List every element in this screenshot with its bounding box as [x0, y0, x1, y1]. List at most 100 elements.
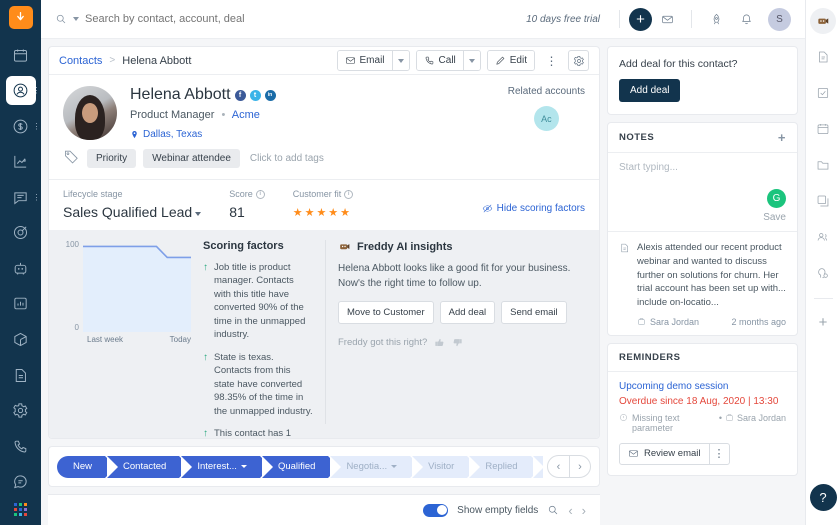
call-dropdown-chevron-down-icon[interactable] — [462, 51, 480, 70]
scoring-factor-text: This contact has 1 signal that fits your… — [214, 428, 292, 439]
edit-button[interactable]: Edit — [487, 51, 534, 70]
search-icon[interactable] — [547, 504, 559, 516]
sidebar-item-deals[interactable]: ⋮ — [6, 112, 41, 141]
call-button-group[interactable]: Call — [415, 50, 481, 71]
add-note-button[interactable]: + — [778, 131, 786, 144]
left-navigation: ⋮ ⋮ ⋮ — [0, 0, 41, 525]
phone-icon — [425, 56, 433, 65]
reminder-title[interactable]: Upcoming demo session — [619, 381, 786, 392]
reminder-due-status: Overdue since 18 Aug, 2020 | 13:30 — [619, 395, 779, 407]
twitter-icon[interactable]: t — [249, 89, 261, 101]
rail-add-button[interactable]: + — [810, 309, 836, 335]
edit-label: Edit — [509, 55, 527, 66]
tag-chip[interactable]: Webinar attendee — [143, 148, 240, 168]
global-search[interactable] — [55, 13, 526, 25]
sidebar-item-phone[interactable] — [6, 432, 36, 461]
pipeline-stage-contacted[interactable]: Contacted — [107, 455, 191, 478]
sidebar-item-reports[interactable] — [6, 290, 36, 319]
related-account-avatar[interactable]: Ac — [533, 106, 559, 131]
pipeline-stage-next[interactable]: S — [532, 455, 543, 478]
send-email-button[interactable]: Send email — [501, 301, 567, 324]
rail-item-files[interactable] — [810, 152, 836, 178]
rail-item-appointments[interactable] — [810, 116, 836, 142]
rail-item-contacts[interactable] — [810, 224, 836, 250]
stage-chevron-down-icon[interactable] — [240, 465, 247, 468]
job-and-company: Product Manager • Acme — [130, 109, 498, 121]
freddy-title: Freddy AI insights — [357, 240, 453, 253]
lifecycle-stage-value-row[interactable]: Sales Qualified Lead — [63, 204, 202, 220]
pipeline-stage-negotiation[interactable]: Negotia... — [330, 455, 421, 478]
freshworks-logo-icon[interactable] — [8, 6, 33, 29]
add-deal-button[interactable]: Add deal — [619, 79, 681, 102]
pipeline-prev-button[interactable]: ‹ — [548, 456, 569, 477]
pipeline-next-button[interactable]: › — [569, 456, 590, 477]
related-accounts-label: Related accounts — [507, 86, 585, 97]
call-button[interactable]: Call — [416, 51, 463, 70]
prev-record-button[interactable]: ‹ — [568, 503, 572, 518]
add-button[interactable]: + — [629, 7, 652, 31]
email-button-group[interactable]: Email — [336, 50, 410, 71]
thumbs-down-icon[interactable] — [452, 337, 463, 348]
stage-chevron-down-icon[interactable] — [391, 465, 398, 468]
show-empty-fields-toggle[interactable] — [423, 503, 449, 517]
rail-item-duplicate[interactable] — [810, 188, 836, 214]
rail-item-notes[interactable] — [810, 44, 836, 70]
note-input-placeholder[interactable]: Start typing... — [619, 162, 786, 173]
email-button[interactable]: Email — [337, 51, 392, 70]
sidebar-item-conversations[interactable]: ⋮ — [6, 183, 41, 212]
center-column: Contacts > Helena Abbott Email Call Edit… — [41, 39, 600, 525]
pipeline-stage-visitor[interactable]: Visitor — [412, 455, 479, 478]
pipeline-stage-new[interactable]: New — [57, 455, 117, 478]
tag-chip[interactable]: Priority — [87, 148, 137, 168]
add-deal-button[interactable]: Add deal — [439, 301, 496, 324]
app-switcher-grid-icon[interactable] — [14, 502, 27, 516]
hide-scoring-factors-button[interactable]: Hide scoring factors — [482, 189, 585, 214]
sidebar-item-contacts[interactable]: ⋮ — [5, 76, 41, 105]
customer-fit-info-icon[interactable]: i — [344, 189, 354, 199]
mail-icon[interactable] — [656, 8, 678, 30]
sidebar-item-calendar[interactable] — [6, 41, 36, 70]
rail-item-freddy[interactable] — [810, 8, 836, 34]
contact-location[interactable]: Dallas, Texas — [130, 129, 498, 140]
profile-section: Helena Abbott f t in Product Manager • A… — [49, 75, 599, 140]
score-info-icon[interactable]: i — [255, 189, 265, 199]
note-composer[interactable]: Start typing... G Save — [608, 153, 797, 232]
user-avatar[interactable]: S — [768, 7, 791, 31]
pencil-icon — [496, 56, 505, 65]
linkedin-icon[interactable]: in — [264, 89, 276, 101]
rail-item-tasks[interactable] — [810, 80, 836, 106]
email-dropdown-chevron-down-icon[interactable] — [391, 51, 409, 70]
pipeline-stage-qualified[interactable]: Qualified — [261, 455, 339, 478]
facebook-icon[interactable]: f — [234, 89, 246, 101]
sidebar-item-documents[interactable] — [6, 361, 36, 390]
pipeline-stage-interested[interactable]: Interest... — [181, 455, 271, 478]
sidebar-item-chat[interactable] — [6, 467, 36, 496]
rail-item-engagement[interactable] — [810, 260, 836, 286]
thumbs-up-icon[interactable] — [434, 337, 445, 348]
breadcrumb-parent[interactable]: Contacts — [59, 55, 102, 67]
next-record-button[interactable]: › — [582, 503, 586, 518]
reminder-more-kebab-icon[interactable]: ⋮ — [708, 443, 729, 464]
bell-icon[interactable] — [735, 8, 757, 30]
add-tag-placeholder[interactable]: Click to add tags — [250, 153, 324, 164]
sidebar-item-campaigns[interactable] — [6, 219, 36, 248]
rocket-icon[interactable] — [705, 8, 727, 30]
save-note-button[interactable]: Save — [619, 212, 786, 223]
search-scope-chevron-down-icon[interactable] — [73, 17, 79, 21]
lifecycle-chevron-down-icon[interactable] — [195, 211, 202, 216]
pipeline-nav: ‹ › — [547, 455, 591, 478]
move-to-customer-button[interactable]: Move to Customer — [338, 301, 434, 324]
sidebar-item-analytics[interactable] — [6, 147, 36, 176]
search-input[interactable] — [85, 13, 345, 25]
scoring-factors-list: Scoring factors ↑ Job title is product m… — [203, 240, 326, 438]
sidebar-item-products[interactable] — [6, 325, 36, 354]
review-email-button[interactable]: Review email — [620, 444, 709, 464]
more-actions-kebab-icon[interactable]: ⋮ — [541, 50, 562, 71]
edit-button-group[interactable]: Edit — [486, 50, 535, 71]
sidebar-item-settings[interactable] — [6, 396, 36, 425]
company-link[interactable]: Acme — [232, 109, 260, 121]
pipeline-stage-replied[interactable]: Replied — [469, 455, 542, 478]
record-settings-gear-icon[interactable] — [568, 50, 589, 71]
sidebar-item-bot[interactable] — [6, 254, 36, 283]
help-button[interactable]: ? — [809, 484, 837, 511]
